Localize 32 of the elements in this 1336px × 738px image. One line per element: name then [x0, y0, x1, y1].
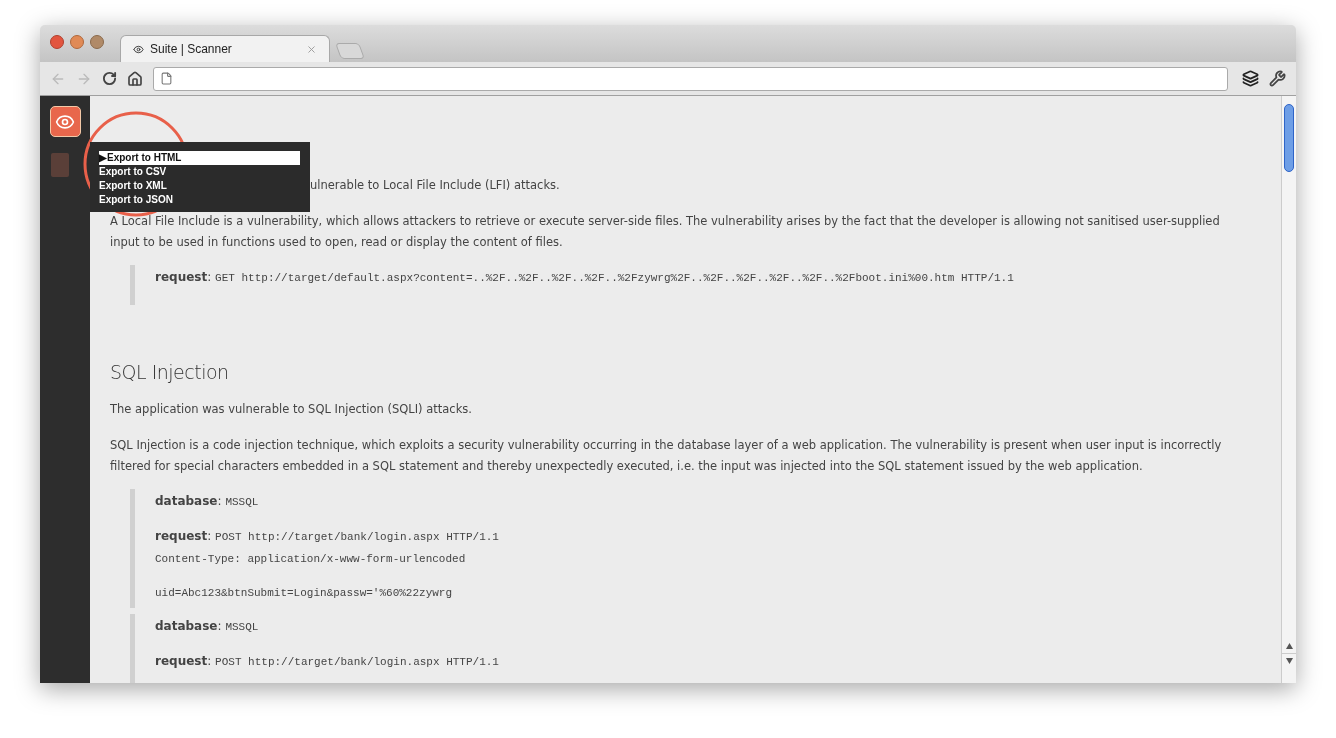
menu-item[interactable]: Export to XML — [99, 179, 300, 193]
summary-text: ulnerable to Local File Include (LFI) attacks. — [310, 177, 560, 194]
description-text: SQL Injection is a code injection technique, which exploits a security vulnerability occurring in the database layer of a web application. The vulnerability is present when user input is incorrectly filtered for special characters embedded in a SQL statement and thereby unexpectedly executed, i.e. the input was injected into the SQL statement issued by the web application. — [110, 437, 1223, 475]
browser-tab[interactable]: Suite | Scanner — [120, 35, 330, 62]
summary-text: The application was vulnerable to SQL Injection (SQLI) attacks. — [110, 400, 472, 418]
tab-title: Suite | Scanner — [150, 41, 233, 58]
menu-item[interactable]: ▶Export to HTML — [99, 151, 300, 165]
code-line: Content-Type: application/x-www-form-urlencoded — [155, 552, 467, 567]
request-detail: request: POST http://target/bank/login.aspx HTTP/1.1 — [155, 653, 500, 670]
scroll-down-icon[interactable] — [1282, 653, 1296, 667]
close-tab-icon[interactable] — [306, 43, 317, 55]
scanner-app-icon[interactable] — [49, 106, 81, 137]
home-icon[interactable] — [127, 70, 143, 87]
description-text: A Local File Include is a vulnerability, which allows attackers to retrieve or execute server-side files. The vulnerability arises by the fact that the developer is allowing not sanitised user-supplied input to be used in functions used to open, read or display the content of files. — [110, 213, 1221, 252]
code-line: uid=Abc123&btnSubmit=Login&passw='%60%22zywrg — [155, 586, 454, 601]
scrollbar-thumb[interactable] — [1284, 104, 1294, 172]
request-detail: request: POST http://target/bank/login.aspx HTTP/1.1 — [155, 528, 500, 545]
request-detail: database: MSSQL — [155, 493, 260, 510]
menu-item[interactable]: Export to CSV — [99, 165, 300, 179]
minimize-window-button[interactable] — [70, 35, 84, 49]
section-heading: SQL Injection — [110, 360, 230, 386]
eye-icon — [133, 43, 144, 55]
address-field[interactable] — [153, 66, 1228, 91]
close-window-button[interactable] — [50, 35, 64, 49]
page-icon — [160, 72, 173, 85]
reload-icon[interactable] — [102, 71, 117, 86]
settings-icon[interactable] — [1269, 70, 1286, 87]
layers-icon[interactable] — [1242, 70, 1259, 87]
zoom-window-button[interactable] — [90, 35, 104, 49]
request-detail: request: GET http://target/default.aspx?content=..%2F..%2F..%2F..%2F..%2Fzywrg%2F..%2F..%2F..%2F..%2F..%2Fboot.ini%00.htm HTTP/1.1 — [155, 269, 1015, 287]
request-detail: database: MSSQL — [155, 618, 260, 635]
menu-item[interactable]: Export to JSON — [99, 193, 300, 207]
